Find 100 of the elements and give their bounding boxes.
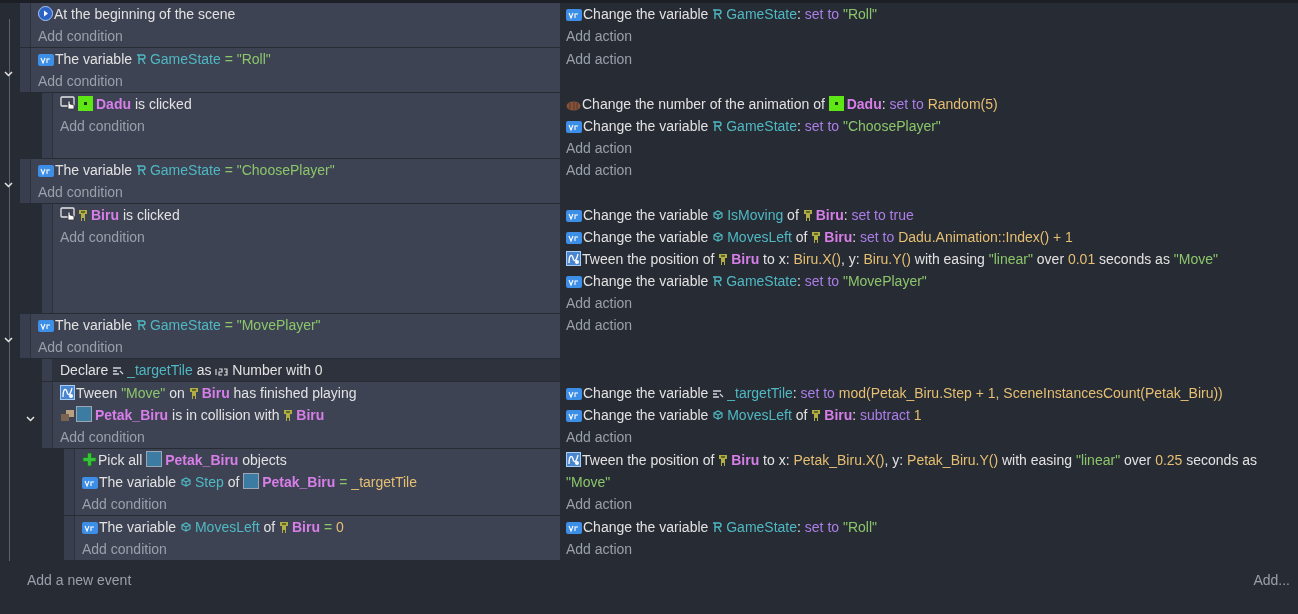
tile-icon	[146, 451, 163, 467]
object-name: Biru	[91, 207, 119, 223]
variable-icon	[38, 320, 54, 332]
scene-variable-icon	[712, 9, 724, 20]
instruction-text: , y:	[840, 251, 861, 267]
add-action-link[interactable]: Add action	[566, 140, 633, 156]
add-action-link[interactable]: Add action	[566, 317, 633, 333]
add-action-link[interactable]: Add action	[566, 162, 633, 178]
drag-handle[interactable]	[20, 314, 31, 358]
drag-handle[interactable]	[20, 159, 31, 203]
object-name: Petak_Biru	[262, 474, 336, 490]
instruction-text: :	[881, 96, 887, 112]
object-variable-icon	[179, 522, 192, 533]
instruction-text: The variable	[55, 317, 134, 333]
click-icon	[60, 96, 77, 111]
operator: =	[223, 162, 234, 178]
instruction-text: seconds as	[1098, 251, 1171, 267]
expression: _targetTile	[351, 474, 417, 490]
drag-handle[interactable]	[64, 449, 75, 515]
string-value: "MovePlayer"	[236, 317, 321, 333]
conditions-panel[interactable]: The variable GameState = "MovePlayer" Add condition	[20, 314, 560, 359]
sprite-icon	[78, 96, 93, 111]
conditions-panel[interactable]: The variable GameState = "ChoosePlayer" Add condition	[20, 159, 560, 204]
expression: 0.01	[1067, 251, 1096, 267]
add-condition-link[interactable]: Add condition	[82, 496, 167, 512]
add-condition-link[interactable]: Add condition	[38, 73, 123, 89]
variable-name: _targetTile	[727, 385, 793, 401]
instruction-text: :	[792, 385, 798, 401]
add-condition-link[interactable]: Add condition	[38, 339, 123, 355]
add-condition-link[interactable]: Add condition	[82, 541, 167, 557]
conditions-panel[interactable]: The variable GameState = "Roll" Add condition	[20, 48, 560, 93]
object-name: Biru	[296, 407, 325, 423]
add-action-link[interactable]: Add action	[566, 295, 633, 311]
drag-handle[interactable]	[20, 3, 31, 47]
instruction-text: of	[226, 474, 241, 490]
object-variable-icon	[712, 410, 725, 421]
string-value: "Move"	[121, 385, 166, 401]
drag-handle[interactable]	[42, 204, 53, 313]
local-variable-icon	[712, 389, 725, 399]
scene-variable-icon	[135, 54, 147, 65]
instruction-text: The variable	[99, 474, 178, 490]
conditions-panel[interactable]: Dadu is clicked Add condition	[42, 93, 560, 159]
film-roll-icon	[566, 101, 581, 111]
add-action-link[interactable]: Add action	[566, 496, 633, 512]
add-condition-link[interactable]: Add condition	[60, 118, 145, 134]
drag-handle[interactable]	[64, 516, 75, 560]
drag-handle[interactable]	[20, 48, 31, 92]
operator: set to	[804, 273, 841, 289]
instruction-text: Change the variable	[583, 6, 710, 22]
variable-name: IsMoving	[727, 207, 784, 223]
object-variable-icon	[712, 210, 725, 221]
chevron-down-icon[interactable]	[4, 181, 13, 188]
add-condition-link[interactable]: Add condition	[60, 229, 145, 245]
figure-icon	[718, 454, 729, 467]
type-name: Number	[232, 362, 283, 378]
operator: set to	[804, 519, 841, 535]
add-condition-link[interactable]: Add condition	[38, 28, 123, 44]
instruction-text: with easing	[1000, 452, 1074, 468]
operator: set to	[800, 385, 836, 401]
chevron-down-icon[interactable]	[26, 415, 35, 422]
instruction-text: to x:	[762, 452, 791, 468]
chevron-down-icon[interactable]	[4, 70, 13, 77]
add-menu-link[interactable]: Add...	[1253, 569, 1290, 591]
conditions-panel[interactable]: Biru is clicked Add condition	[42, 204, 560, 314]
play-icon	[38, 6, 53, 21]
figure-icon	[718, 253, 729, 266]
operator: =	[322, 519, 334, 535]
variable-icon	[566, 522, 582, 534]
add-action-link[interactable]: Add action	[566, 541, 633, 557]
string-value: "Move"	[1173, 251, 1218, 267]
instruction-text: Tween the position of	[582, 251, 716, 267]
drag-handle[interactable]	[42, 359, 53, 381]
object-name: Biru	[815, 207, 844, 223]
conditions-panel[interactable]: The variable MovesLeft of Biru = 0 Add condition	[64, 516, 560, 561]
instruction-text: Change the variable	[583, 229, 710, 245]
drag-handle[interactable]	[42, 382, 53, 448]
instruction-text: is in collision with	[171, 407, 281, 423]
variable-icon	[566, 276, 582, 288]
instruction-text: Change the number of the animation of	[582, 96, 826, 112]
conditions-panel[interactable]: Pick all Petak_Biru objects The variable Step of Petak_Biru = _targetTile Add condition	[64, 449, 560, 516]
add-condition-link[interactable]: Add condition	[38, 184, 123, 200]
add-action-link[interactable]: Add action	[566, 51, 633, 67]
conditions-panel[interactable]: Tween "Move" on Biru has finished playing Petak_Biru is in collision with Biru Add condition	[42, 382, 560, 449]
local-variable-row[interactable]: Declare _targetTile as Number with 0	[42, 359, 560, 382]
figure-icon	[802, 209, 813, 222]
object-name: Biru	[731, 251, 760, 267]
variable-name: _targetTile	[127, 362, 193, 378]
sprite-icon	[828, 96, 844, 111]
variable-icon	[38, 54, 54, 66]
conditions-panel[interactable]: At the beginning of the scene Add condition	[20, 3, 560, 48]
instruction-text: of	[786, 207, 800, 223]
instruction-text: objects	[241, 452, 287, 468]
add-condition-link[interactable]: Add condition	[60, 429, 145, 445]
add-action-link[interactable]: Add action	[566, 429, 633, 445]
add-event-link[interactable]: Add a new event	[27, 569, 132, 591]
drag-handle[interactable]	[42, 93, 53, 158]
chevron-down-icon[interactable]	[4, 336, 13, 343]
instruction-text: :	[797, 519, 802, 535]
string-value: "MovePlayer"	[842, 273, 927, 289]
add-action-link[interactable]: Add action	[566, 28, 633, 44]
